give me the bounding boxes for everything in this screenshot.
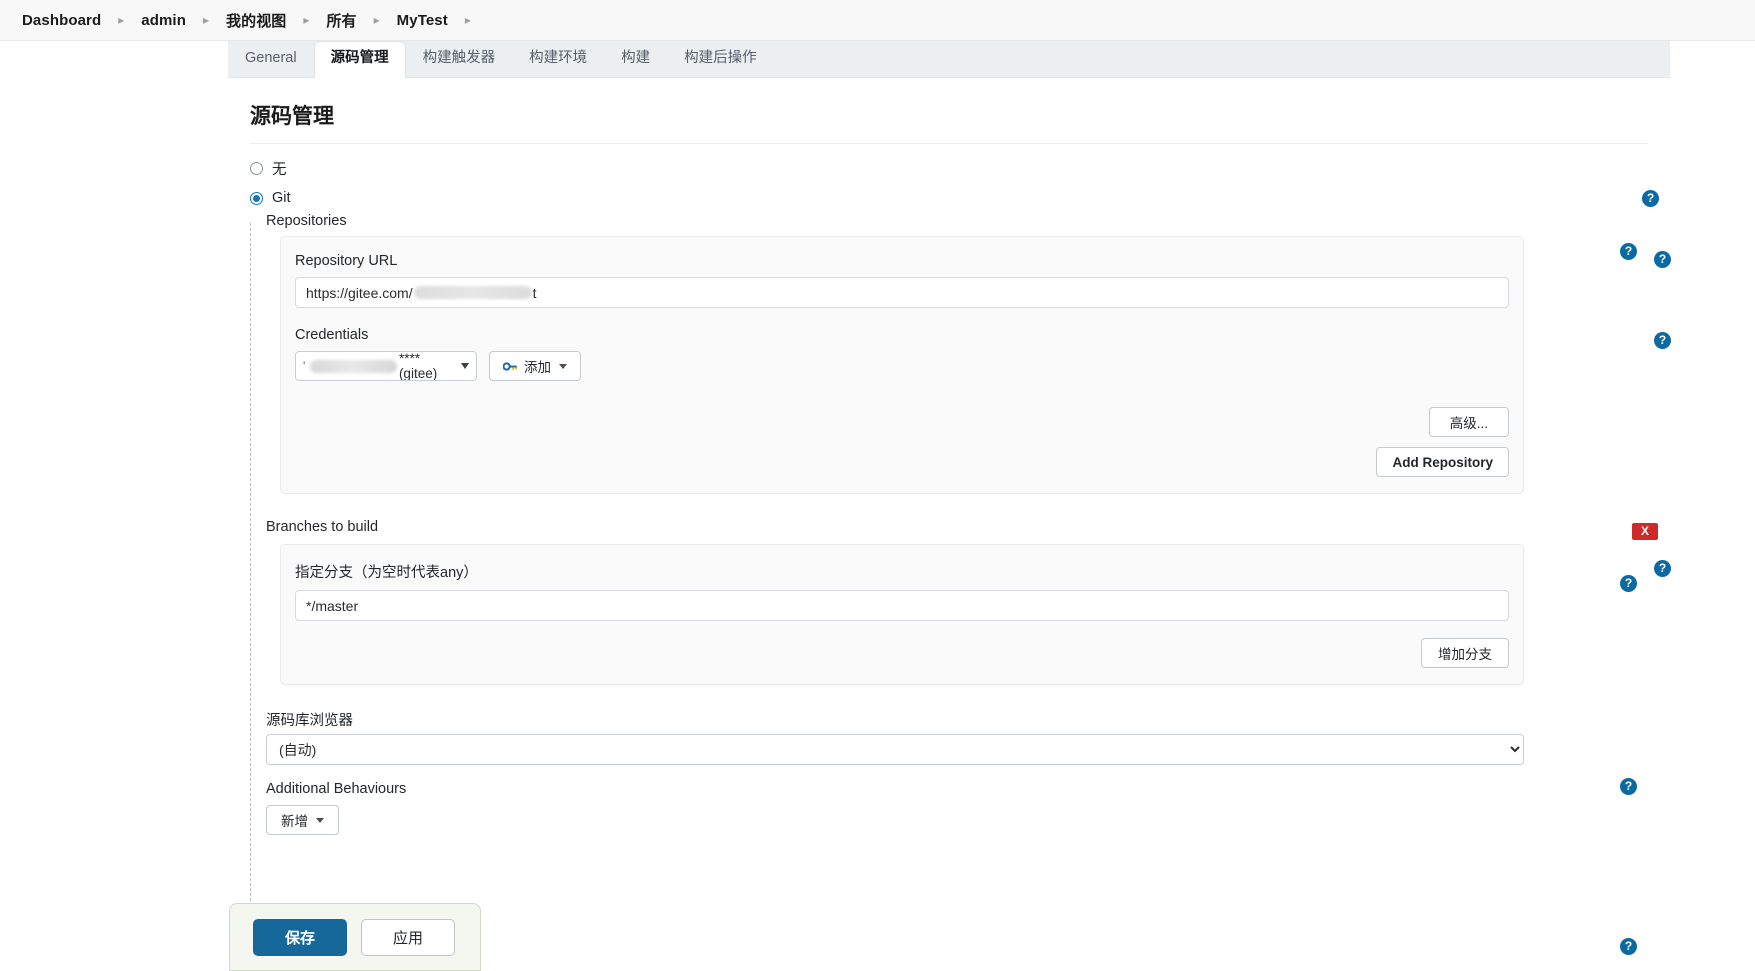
help-icon-bottom[interactable]: ? [1620, 938, 1637, 955]
add-behaviour-button[interactable]: 新增 [266, 805, 339, 835]
repository-url-label: Repository URL [295, 253, 398, 269]
git-config-body: Repositories ? Repository URL ? https://… [266, 206, 1671, 955]
branch-specifier-label: 指定分支（为空时代表any） [295, 565, 478, 581]
scm-option-none[interactable]: 无 [250, 158, 1648, 179]
help-icon-repository-url[interactable]: ? [1654, 251, 1671, 268]
breadcrumb-separator-icon: ▸ [118, 13, 125, 27]
chevron-down-icon [461, 363, 469, 369]
add-credentials-label: 添加 [524, 360, 551, 375]
radio-git[interactable] [250, 191, 263, 205]
credentials-label: Credentials [295, 327, 369, 343]
tab-post-build-actions[interactable]: 构建后操作 [667, 41, 774, 77]
help-icon-credentials[interactable]: ? [1654, 332, 1671, 349]
breadcrumb-item-my-views[interactable]: 我的视图 [226, 10, 286, 31]
help-icon-branch-specifier[interactable]: ? [1654, 560, 1671, 577]
advanced-button[interactable]: 高级... [1428, 407, 1509, 437]
credentials-redacted [310, 359, 397, 373]
breadcrumb-separator-icon: ▸ [202, 13, 209, 27]
repository-url-value-suffix: t [532, 284, 537, 301]
tab-build-environment[interactable]: 构建环境 [512, 41, 604, 77]
branches-to-build-label: Branches to build [266, 519, 379, 535]
scm-option-git-label: Git [272, 190, 291, 206]
additional-behaviours-label: Additional Behaviours [266, 781, 407, 797]
repositories-label: Repositories [266, 213, 347, 229]
repository-panel: Repository URL ? https://gitee.com/t Cre… [280, 236, 1671, 494]
repository-url-input[interactable]: https://gitee.com/t [295, 277, 1509, 308]
caret-down-icon [316, 817, 324, 823]
tab-general[interactable]: General [228, 41, 314, 77]
add-repository-button[interactable]: Add Repository [1376, 447, 1509, 477]
add-branch-button[interactable]: 增加分支 [1421, 638, 1509, 668]
scm-option-git[interactable]: Git ? [250, 190, 1659, 207]
credentials-select[interactable]: ' **** (gitee) [295, 351, 477, 381]
help-icon-git[interactable]: ? [1642, 190, 1659, 207]
add-repository-button-row: Add Repository [295, 447, 1509, 477]
breadcrumb: Dashboard ▸ admin ▸ 我的视图 ▸ 所有 ▸ MyTest ▸ [0, 0, 1755, 41]
apply-button[interactable]: 应用 [361, 918, 456, 956]
credentials-value-suffix: **** (gitee) [398, 351, 438, 381]
add-behaviour-label: 新增 [281, 814, 308, 829]
nesting-guide-line [250, 223, 251, 931]
repository-url-redacted [413, 286, 532, 299]
radio-none[interactable] [250, 162, 263, 175]
scm-config-panel: 源码管理 无 Git ? Repositories ? Repository U… [228, 78, 1671, 955]
page-title: 源码管理 [250, 100, 1648, 144]
form-action-bar: 保存 应用 [229, 903, 481, 971]
tab-build[interactable]: 构建 [604, 41, 667, 77]
key-icon [502, 361, 518, 372]
tab-build-triggers[interactable]: 构建触发器 [406, 41, 513, 77]
help-icon-branches[interactable]: ? [1620, 575, 1637, 592]
tab-source-code-management[interactable]: 源码管理 [313, 41, 406, 78]
breadcrumb-item-dashboard[interactable]: Dashboard [22, 12, 101, 29]
config-tab-strip: General 源码管理 构建触发器 构建环境 构建 构建后操作 [228, 41, 1670, 78]
help-icon-repositories[interactable]: ? [1620, 243, 1637, 260]
add-branch-button-row: 增加分支 [295, 638, 1509, 668]
breadcrumb-item-all[interactable]: 所有 [326, 10, 356, 31]
scm-option-none-label: 无 [272, 162, 287, 178]
repository-url-value-prefix: https://gitee.com/ [306, 284, 413, 301]
breadcrumb-item-mytest[interactable]: MyTest [397, 12, 448, 29]
breadcrumb-separator-icon: ▸ [303, 13, 310, 27]
advanced-button-row: 高级... [295, 407, 1509, 437]
breadcrumb-separator-icon: ▸ [464, 13, 471, 27]
add-credentials-button[interactable]: 添加 [489, 351, 581, 381]
breadcrumb-separator-icon: ▸ [373, 13, 380, 27]
branch-specifier-input[interactable] [295, 590, 1509, 621]
delete-branch-button[interactable]: X [1632, 523, 1658, 540]
save-button[interactable]: 保存 [253, 918, 348, 956]
caret-down-icon [559, 363, 567, 369]
repository-browser-label: 源码库浏览器 [266, 713, 353, 729]
credentials-row: ' **** (gitee) 添加 [295, 351, 1509, 381]
branch-panel: X ? 指定分支（为空时代表any） 增加分支 [280, 523, 1671, 685]
repository-browser-select[interactable]: (自动) [266, 734, 1524, 765]
breadcrumb-item-admin[interactable]: admin [141, 12, 186, 29]
